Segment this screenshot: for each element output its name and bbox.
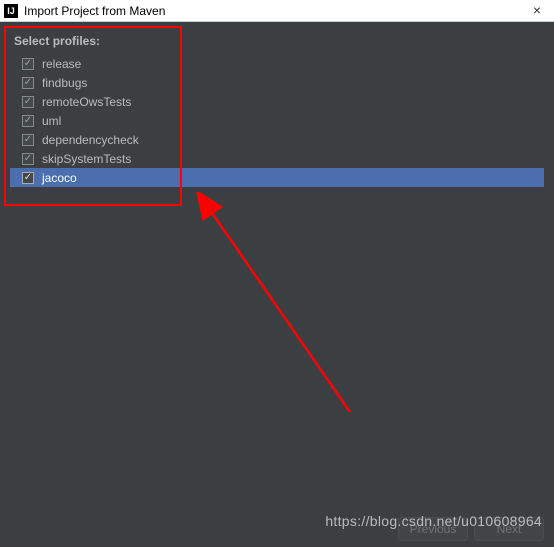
button-bar: Previous Next [398, 517, 544, 541]
annotation-arrow [50, 192, 370, 432]
profile-label: release [42, 57, 81, 71]
profile-label: dependencycheck [42, 133, 139, 147]
profile-row[interactable]: jacoco [10, 168, 544, 187]
checkbox-icon[interactable] [22, 172, 34, 184]
checkbox-icon[interactable] [22, 153, 34, 165]
profile-row[interactable]: uml [10, 111, 544, 130]
close-icon[interactable]: × [528, 2, 546, 18]
profile-row[interactable]: dependencycheck [10, 130, 544, 149]
profile-label: jacoco [42, 171, 77, 185]
profile-label: skipSystemTests [42, 152, 131, 166]
profile-label: findbugs [42, 76, 87, 90]
profile-label: uml [42, 114, 61, 128]
profile-row[interactable]: skipSystemTests [10, 149, 544, 168]
window-titlebar: IJ Import Project from Maven × [0, 0, 554, 22]
next-button[interactable]: Next [474, 517, 544, 541]
profile-label: remoteOwsTests [42, 95, 131, 109]
section-label: Select profiles: [10, 34, 544, 48]
checkbox-icon[interactable] [22, 96, 34, 108]
profiles-list: release findbugs remoteOwsTests uml dependen… [10, 54, 544, 187]
checkbox-icon[interactable] [22, 115, 34, 127]
dialog-body: Select profiles: release findbugs remoteOw… [0, 22, 554, 547]
previous-button[interactable]: Previous [398, 517, 468, 541]
window-title: Import Project from Maven [24, 4, 165, 18]
checkbox-icon[interactable] [22, 134, 34, 146]
profile-row[interactable]: remoteOwsTests [10, 92, 544, 111]
profile-row[interactable]: release [10, 54, 544, 73]
app-icon: IJ [4, 4, 18, 18]
profile-row[interactable]: findbugs [10, 73, 544, 92]
checkbox-icon[interactable] [22, 77, 34, 89]
checkbox-icon[interactable] [22, 58, 34, 70]
